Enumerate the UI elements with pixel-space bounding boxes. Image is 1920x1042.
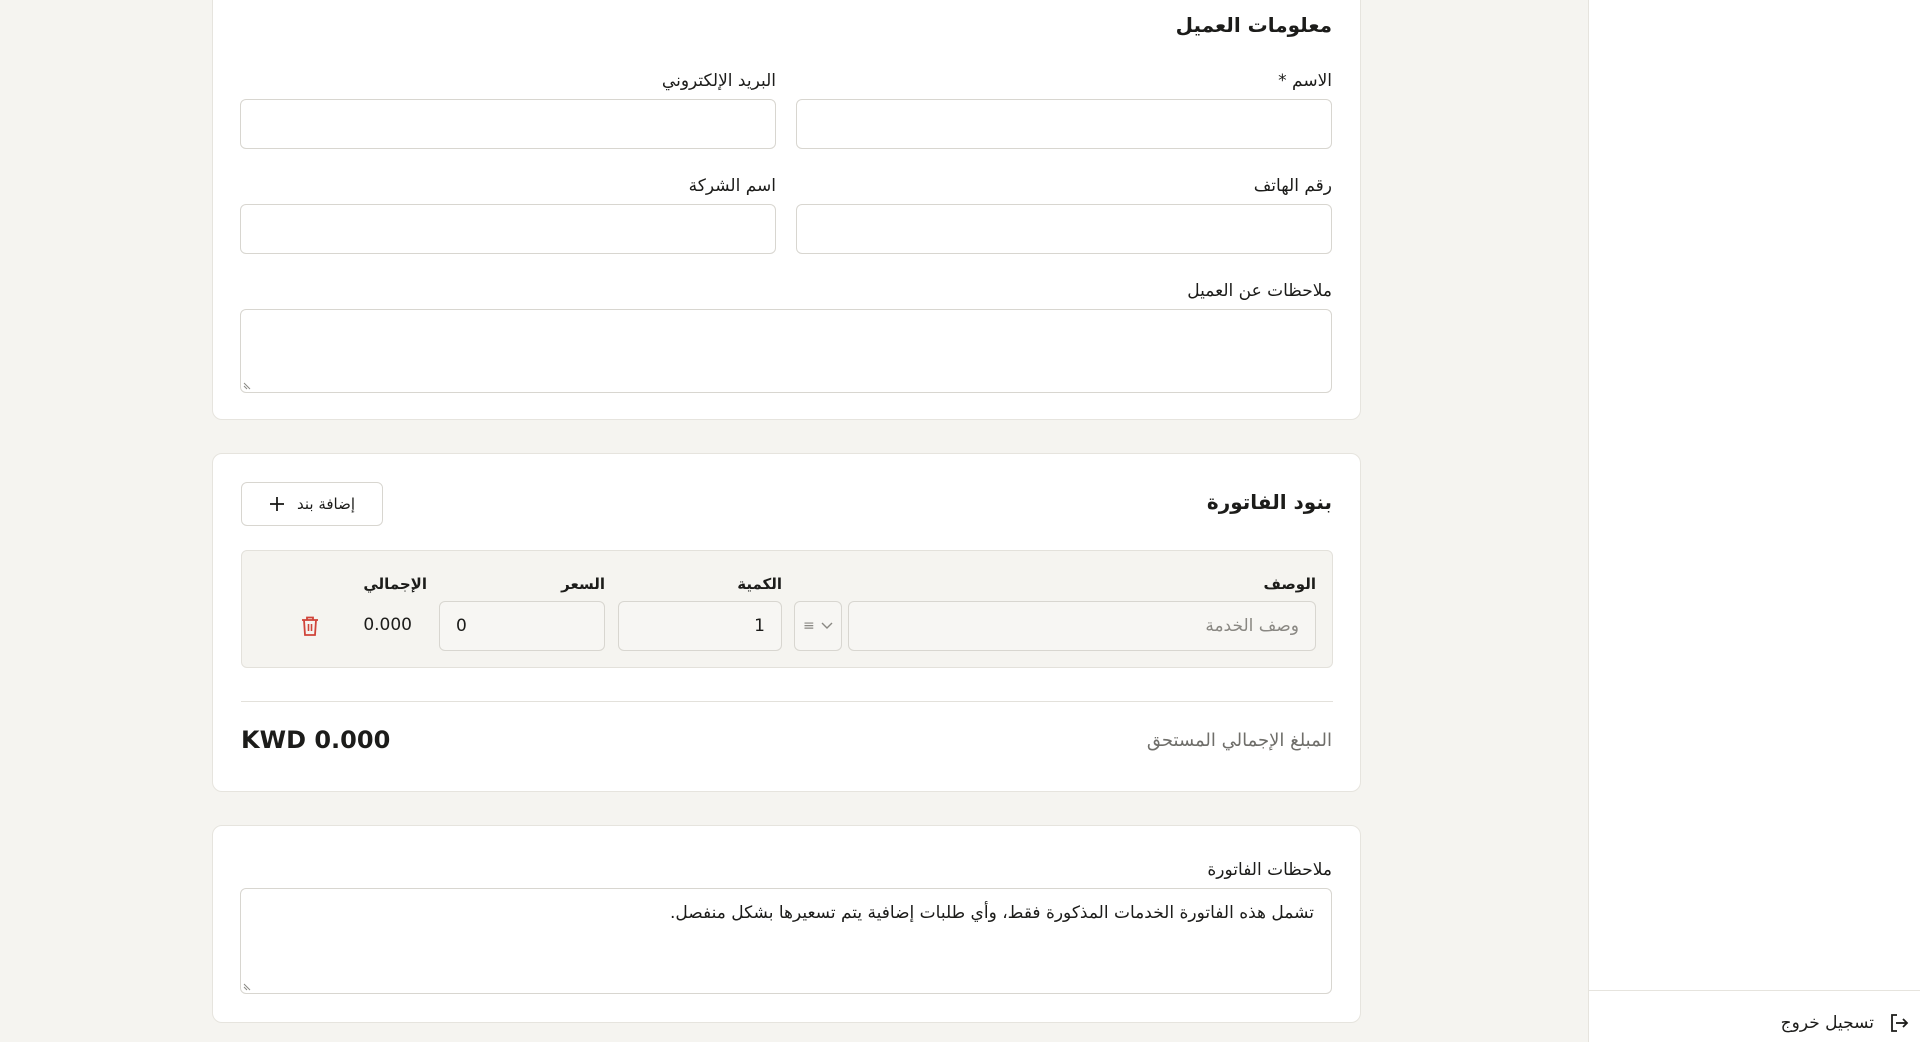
description-input[interactable]: وصف الخدمة xyxy=(848,601,1316,651)
name-label: الاسم * xyxy=(1278,71,1332,91)
sidebar-divider xyxy=(1589,990,1920,991)
invoice-items-title: بنود الفاتورة xyxy=(1206,490,1332,514)
invoice-items-card: بنود الفاتورة إضافة بند الوصف الكمية الس… xyxy=(212,453,1361,792)
sidebar: تسجيل خروج xyxy=(1588,0,1920,1042)
add-item-button[interactable]: إضافة بند xyxy=(241,482,383,526)
section-divider xyxy=(241,701,1333,702)
main-content: معلومات العميل الاسم * البريد الإلكتروني… xyxy=(0,0,1588,1042)
email-input[interactable] xyxy=(240,99,776,149)
resize-grip-icon[interactable] xyxy=(243,981,253,991)
add-item-label: إضافة بند xyxy=(296,495,356,513)
total-due-label: المبلغ الإجمالي المستحق xyxy=(1146,730,1332,751)
price-input[interactable]: 0 xyxy=(439,601,605,651)
invoice-notes-textarea[interactable]: تشمل هذه الفاتورة الخدمات المذكورة فقط، … xyxy=(240,888,1332,994)
customer-notes-textarea[interactable] xyxy=(240,309,1332,393)
unit-selector-icon: ≡ xyxy=(803,618,815,634)
phone-input[interactable] xyxy=(796,204,1332,254)
company-input[interactable] xyxy=(240,204,776,254)
invoice-item-row: الوصف الكمية السعر الإجمالي وصف الخدمة ≡… xyxy=(241,550,1333,668)
invoice-notes-card: ملاحظات الفاتورة تشمل هذه الفاتورة الخدم… xyxy=(212,825,1361,1023)
quantity-value: 1 xyxy=(754,616,765,636)
customer-info-card: معلومات العميل الاسم * البريد الإلكتروني… xyxy=(212,0,1361,420)
chevron-down-icon xyxy=(821,622,833,629)
price-value: 0 xyxy=(456,616,467,636)
phone-label: رقم الهاتف xyxy=(1253,176,1332,196)
trash-icon[interactable] xyxy=(300,615,320,637)
company-label: اسم الشركة xyxy=(688,176,776,196)
column-total-label: الإجمالي xyxy=(363,575,427,593)
logout-label: تسجيل خروج xyxy=(1780,1013,1874,1033)
row-total-value: 0.000 xyxy=(363,615,412,635)
email-label: البريد الإلكتروني xyxy=(661,71,776,91)
column-quantity-label: الكمية xyxy=(737,575,782,593)
logout-button[interactable]: تسجيل خروج xyxy=(1781,1012,1910,1034)
invoice-notes-text: تشمل هذه الفاتورة الخدمات المذكورة فقط، … xyxy=(670,903,1314,923)
description-placeholder: وصف الخدمة xyxy=(1205,616,1299,636)
column-price-label: السعر xyxy=(561,575,605,593)
total-due-value: KWD 0.000 xyxy=(241,726,391,754)
logout-icon xyxy=(1891,1014,1909,1032)
quantity-input[interactable]: 1 xyxy=(618,601,782,651)
name-input[interactable] xyxy=(796,99,1332,149)
customer-notes-label: ملاحظات عن العميل xyxy=(1187,281,1332,301)
invoice-notes-label: ملاحظات الفاتورة xyxy=(1207,860,1332,880)
resize-grip-icon[interactable] xyxy=(243,380,253,390)
unit-dropdown[interactable]: ≡ xyxy=(794,601,842,651)
plus-icon xyxy=(269,497,284,511)
column-description-label: الوصف xyxy=(1263,575,1316,593)
customer-info-title: معلومات العميل xyxy=(1175,13,1332,37)
